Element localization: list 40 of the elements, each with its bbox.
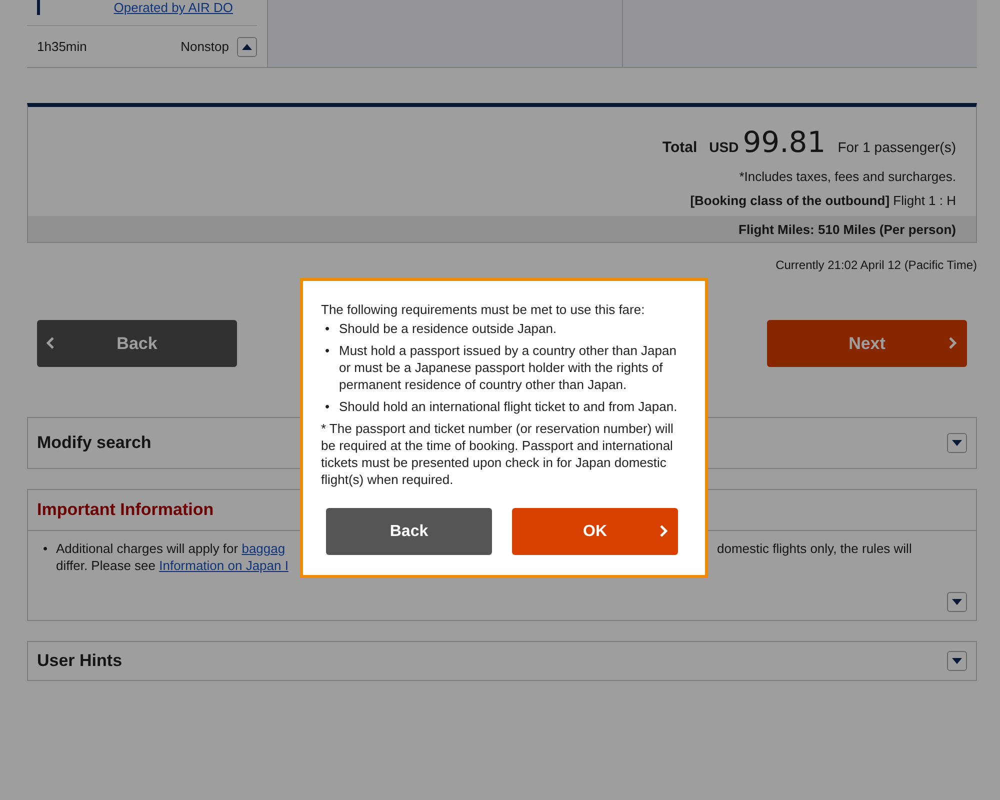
flight-miles: Flight Miles: 510 Miles (Per person) bbox=[738, 222, 956, 237]
currency-label: USD bbox=[709, 139, 739, 155]
stops-label: Nonstop bbox=[180, 39, 229, 54]
back-button[interactable]: Back bbox=[37, 320, 237, 367]
expand-button[interactable] bbox=[947, 433, 967, 453]
expand-button[interactable] bbox=[947, 651, 967, 671]
section-title: User Hints bbox=[37, 651, 122, 671]
chevron-right-icon bbox=[949, 337, 957, 349]
caret-icon bbox=[952, 440, 962, 446]
passenger-count: For 1 passenger(s) bbox=[838, 139, 956, 155]
requirement-item: • Must hold a passport issued by a country other than Japan or must be a Japanese passport holder with the rights of permanent residence of country other than Japan. bbox=[324, 342, 678, 393]
next-button[interactable]: Next bbox=[767, 320, 967, 367]
flight-duration: 1h35min bbox=[37, 39, 87, 54]
caret-icon bbox=[952, 658, 962, 664]
expand-button[interactable] bbox=[947, 592, 967, 612]
caret-icon bbox=[952, 599, 962, 605]
section-title: Important Information bbox=[37, 500, 214, 520]
back-button[interactable]: Back bbox=[326, 508, 492, 555]
section-title: Modify search bbox=[37, 433, 152, 453]
chevron-left-icon bbox=[46, 337, 54, 349]
total-amount: 99.81 bbox=[742, 125, 826, 159]
info-text: differ. Please see Information on Japan I bbox=[55, 557, 290, 574]
booking-class-text: [Booking class of the outbound] Flight 1 : H bbox=[689, 193, 957, 208]
total-label: Total bbox=[662, 139, 698, 156]
requirement-item: • Should hold an international flight ticket to and from Japan. bbox=[324, 398, 678, 415]
collapse-button[interactable] bbox=[237, 36, 257, 56]
info-text: domestic flights only, the rules will bbox=[717, 541, 912, 556]
dialog-intro: The following requirements must be met to use this fare: bbox=[321, 301, 646, 318]
segment-bar bbox=[37, 0, 40, 15]
dialog-note: * The passport and ticket number (or reservation number) will be required at the time of booking. Passport and international tickets must be presented upon check in for Japan domestic flight(s) when required. bbox=[321, 420, 674, 488]
chevron-right-icon bbox=[660, 525, 668, 537]
info-link[interactable]: baggag bbox=[242, 541, 286, 556]
operator-link[interactable]: Operated by AIR DO bbox=[114, 0, 257, 15]
info-text: • Additional charges will apply for baggag bbox=[42, 540, 286, 557]
fare-note: *Includes taxes, fees and surcharges. bbox=[738, 169, 957, 184]
info-link[interactable]: Information on Japan I bbox=[159, 558, 288, 573]
current-time: Currently 21:02 April 12 (Pacific Time) bbox=[776, 258, 977, 272]
requirement-item: • Should be a residence outside Japan. bbox=[324, 320, 558, 337]
caret-icon bbox=[242, 44, 252, 50]
ok-button[interactable]: OK bbox=[512, 508, 678, 555]
